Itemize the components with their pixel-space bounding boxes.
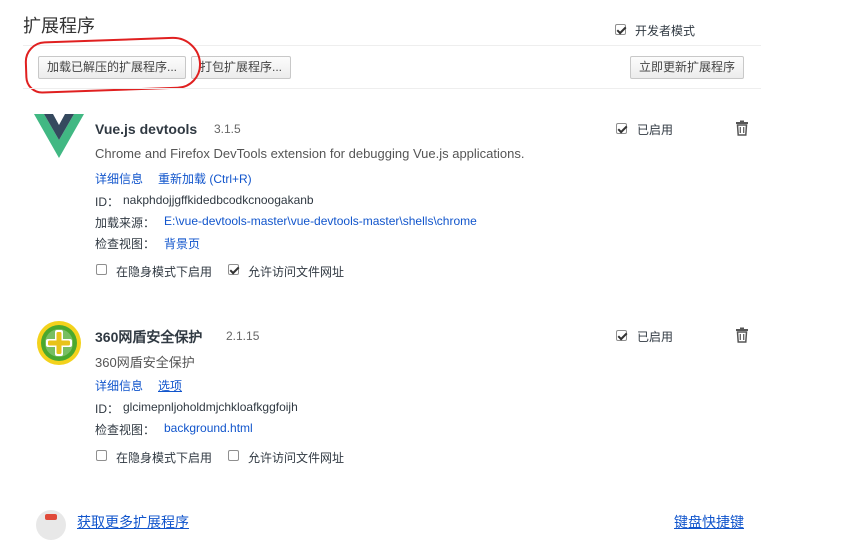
file-access-label[interactable]: 允许访问文件网址 [248,449,344,466]
red-circle-annotation [24,35,202,95]
keyboard-shortcuts-link[interactable]: 键盘快捷键 [674,512,744,532]
shield-plus-icon [36,320,82,366]
toolbar-divider [23,88,761,89]
trash-icon[interactable] [734,120,750,136]
load-source-label: 加载来源： [95,216,156,230]
details-link[interactable]: 详细信息 [95,377,143,394]
dev-mode-label[interactable]: 开发者模式 [635,22,695,39]
file-access-label[interactable]: 允许访问文件网址 [248,263,344,280]
id-label: ID： [95,402,120,416]
get-more-extensions-link[interactable]: 获取更多扩展程序 [77,512,189,532]
webstore-icon [36,510,66,540]
incognito-checkbox[interactable] [96,450,107,461]
incognito-label[interactable]: 在隐身模式下启用 [116,449,212,466]
options-link[interactable]: 选项 [158,377,182,394]
extension-version: 2.1.15 [226,329,260,343]
extension-version: 3.1.5 [214,122,241,136]
file-access-checkbox[interactable] [228,264,239,275]
enabled-label[interactable]: 已启用 [637,121,673,138]
background-page-link[interactable]: 背景页 [164,235,200,252]
extension-description: 360网盾安全保护 [95,355,195,370]
dev-mode-checkbox[interactable] [615,24,626,35]
inspect-views-label: 检查视图： [95,237,156,251]
extension-name: 360网盾安全保护 [95,329,203,345]
file-access-checkbox[interactable] [228,450,239,461]
enabled-checkbox[interactable] [616,123,627,134]
trash-icon[interactable] [734,327,750,343]
details-link[interactable]: 详细信息 [95,170,143,187]
reload-link[interactable]: 重新加载 (Ctrl+R) [158,170,252,187]
id-label: ID： [95,195,120,209]
extension-name: Vue.js devtools [95,121,198,137]
incognito-label[interactable]: 在隐身模式下启用 [116,263,212,280]
background-html-link[interactable]: background.html [164,421,253,435]
page-title: 扩展程序 [23,16,95,36]
load-source-link[interactable]: E:\vue-devtools-master\vue-devtools-mast… [164,214,477,228]
id-value: glcimepnljoholdmjchkloafkggfoijh [123,400,298,414]
inspect-views-label: 检查视图： [95,423,156,437]
extension-description: Chrome and Firefox DevTools extension fo… [95,146,525,161]
update-now-button[interactable]: 立即更新扩展程序 [630,56,745,79]
id-value: nakphdojjgffkidedbcodkcnoogakanb [123,193,314,207]
incognito-checkbox[interactable] [96,264,107,275]
vue-logo-icon [34,114,84,158]
enabled-checkbox[interactable] [616,330,627,341]
enabled-label[interactable]: 已启用 [637,328,673,345]
pack-extension-button[interactable]: 打包扩展程序... [191,56,292,79]
